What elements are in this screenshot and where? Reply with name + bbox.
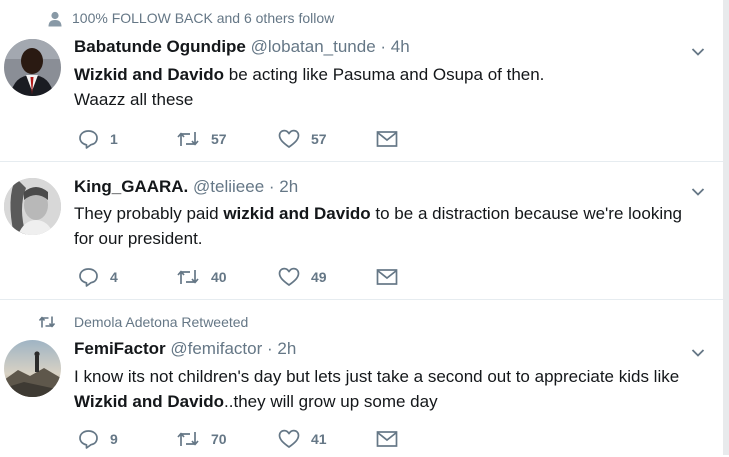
chevron-down-icon[interactable] [691, 184, 705, 196]
reply-icon [78, 129, 99, 149]
reply-count: 1 [110, 131, 118, 147]
author-handle[interactable]: @teliieee [193, 177, 264, 196]
separator-dot: · [380, 37, 387, 56]
tweet-actions: 4 40 49 [78, 266, 408, 288]
heart-icon [278, 129, 300, 149]
like-count: 49 [311, 269, 327, 285]
reply-button[interactable]: 9 [78, 428, 118, 450]
timeline: 100% FOLLOW BACK and 6 others follow Bab… [0, 0, 723, 457]
text-bold[interactable]: Wizkid and Davido [74, 392, 224, 411]
retweet-button[interactable]: 70 [176, 428, 227, 450]
text-span: They probably paid [74, 204, 224, 223]
author-name[interactable]: King_GAARA. [74, 177, 188, 196]
tweet-header: Babatunde Ogundipe @lobatan_tunde · 4h [74, 37, 410, 57]
text-span: to be a distraction because we're lookin… [370, 204, 683, 223]
reply-button[interactable]: 1 [78, 128, 118, 150]
direct-message-button[interactable] [376, 428, 398, 450]
heart-icon [278, 267, 300, 287]
tweet[interactable]: King_GAARA. @teliieee · 2h They probably… [0, 162, 723, 300]
author-handle[interactable]: @lobatan_tunde [251, 37, 376, 56]
retweet-button[interactable]: 57 [176, 128, 227, 150]
text-span: be acting like Pasuma and Osupa of then. [224, 65, 545, 84]
avatar[interactable] [4, 178, 61, 235]
envelope-icon [376, 268, 398, 286]
tweet[interactable]: Demola Adetona Retweeted FemiFactor @fem… [0, 300, 723, 457]
like-button[interactable]: 57 [278, 128, 327, 150]
tweet-text: They probably paid wizkid and Davido to … [74, 201, 710, 251]
tweet-header: King_GAARA. @teliieee · 2h [74, 177, 298, 197]
tweet-header: FemiFactor @femifactor · 2h [74, 339, 296, 359]
retweet-icon [176, 268, 200, 286]
tweet-actions: 1 57 57 [78, 128, 408, 150]
chevron-down-icon[interactable] [691, 345, 705, 357]
retweet-button[interactable]: 40 [176, 266, 227, 288]
tweet[interactable]: 100% FOLLOW BACK and 6 others follow Bab… [0, 0, 723, 162]
text-span: I know its not children's day but lets j… [74, 367, 680, 386]
text-span: for our president. [74, 229, 203, 248]
avatar[interactable] [4, 39, 61, 96]
social-context-text[interactable]: Demola Adetona Retweeted [74, 314, 248, 330]
like-count: 41 [311, 431, 327, 447]
retweet-icon [38, 315, 56, 331]
reply-icon [78, 429, 99, 449]
retweet-icon [176, 430, 200, 448]
like-button[interactable]: 41 [278, 428, 327, 450]
author-name[interactable]: Babatunde Ogundipe [74, 37, 246, 56]
retweet-count: 70 [211, 431, 227, 447]
retweet-count: 57 [211, 131, 227, 147]
tweet-text: I know its not children's day but lets j… [74, 364, 710, 414]
retweet-icon [176, 130, 200, 148]
separator-dot: · [267, 339, 273, 358]
direct-message-button[interactable] [376, 266, 398, 288]
reply-button[interactable]: 4 [78, 266, 118, 288]
text-span: Waazz all these [74, 90, 194, 109]
separator-dot: · [268, 177, 275, 196]
tweet-timestamp[interactable]: 4h [391, 37, 410, 56]
reply-count: 4 [110, 269, 118, 285]
heart-icon [278, 429, 300, 449]
social-context-text[interactable]: 100% FOLLOW BACK and 6 others follow [72, 10, 334, 26]
like-count: 57 [311, 131, 327, 147]
author-handle[interactable]: @femifactor [170, 339, 262, 358]
scrollbar[interactable] [723, 0, 729, 455]
tweet-text: Wizkid and Davido be acting like Pasuma … [74, 62, 710, 112]
text-bold[interactable]: Wizkid and Davido [74, 65, 224, 84]
retweet-count: 40 [211, 269, 227, 285]
text-span: ..they will grow up some day [224, 392, 438, 411]
tweet-actions: 9 70 41 [78, 428, 408, 450]
envelope-icon [376, 130, 398, 148]
tweet-timestamp[interactable]: 2h [277, 339, 296, 358]
tweet-timestamp[interactable]: 2h [279, 177, 298, 196]
reply-icon [78, 267, 99, 287]
author-name[interactable]: FemiFactor [74, 339, 166, 358]
avatar[interactable] [4, 340, 61, 397]
reply-count: 9 [110, 431, 118, 447]
text-bold[interactable]: wizkid and Davido [223, 204, 370, 223]
direct-message-button[interactable] [376, 128, 398, 150]
chevron-down-icon[interactable] [691, 44, 705, 56]
like-button[interactable]: 49 [278, 266, 327, 288]
envelope-icon [376, 430, 398, 448]
person-icon [48, 11, 64, 27]
